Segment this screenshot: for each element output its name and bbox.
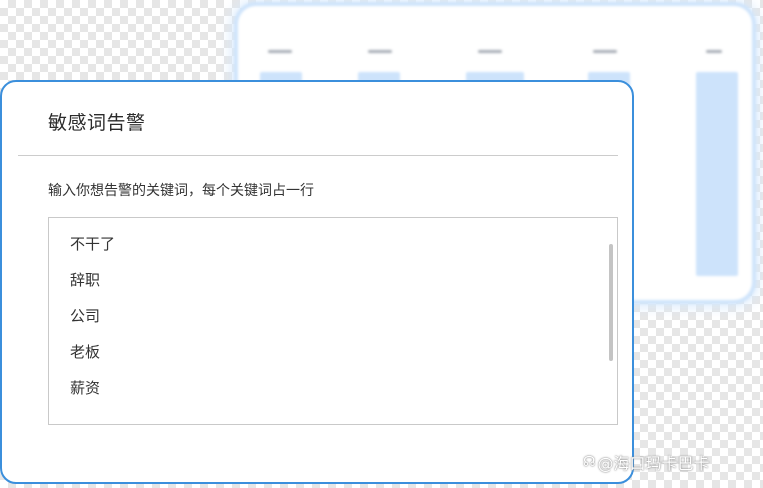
background-header-mark	[593, 50, 617, 53]
dialog-title: 敏感词告警	[48, 112, 146, 134]
keyword-line: 不干了	[70, 235, 116, 253]
keyword-list: 不干了 辞职 公司 老板 薪资	[70, 226, 115, 406]
headphone-icon: ☊	[583, 454, 596, 470]
keyword-textarea[interactable]: 不干了 辞职 公司 老板 薪资	[48, 217, 618, 425]
background-header-mark	[706, 50, 722, 53]
title-divider	[18, 155, 618, 156]
watermark: ☊ @海口玛卡巴卡	[583, 450, 709, 474]
keyword-line: 辞职	[70, 271, 101, 289]
keyword-line: 薪资	[70, 379, 101, 397]
background-header-mark	[268, 50, 292, 53]
background-header-mark	[478, 50, 502, 53]
keyword-scrollbar[interactable]	[609, 244, 613, 361]
watermark-text: @海口玛卡巴卡	[597, 454, 710, 473]
instruction-text: 输入你想告警的关键词，每个关键词占一行	[48, 183, 314, 199]
sensitive-word-alert-dialog: 敏感词告警 输入你想告警的关键词，每个关键词占一行 不干了 辞职 公司 老板 薪…	[0, 80, 634, 484]
background-bar	[696, 72, 738, 276]
keyword-line: 公司	[70, 307, 101, 325]
background-header-mark	[368, 50, 392, 53]
keyword-line: 老板	[70, 343, 101, 361]
